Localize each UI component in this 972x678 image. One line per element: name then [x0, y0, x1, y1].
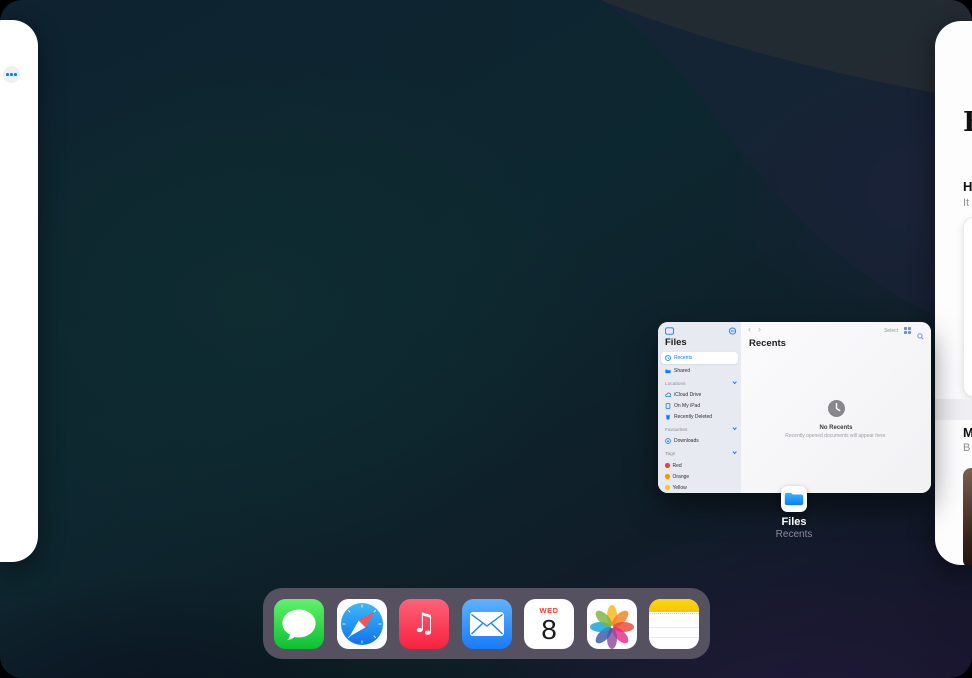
- files-window[interactable]: Files Recents Shared Locations iCloud Dr…: [658, 322, 931, 493]
- notes-line: [649, 637, 699, 639]
- view-grid-icon[interactable]: [904, 327, 911, 334]
- dock-icon-messages[interactable]: [274, 599, 324, 649]
- sidebar-item-label: On My iPad: [674, 403, 700, 409]
- chevron-down-icon: [732, 450, 737, 455]
- section-label: Locations: [665, 382, 686, 387]
- flower-icon: [587, 602, 637, 649]
- notes-yellow-band: [649, 599, 699, 612]
- left-app-panel[interactable]: [0, 20, 38, 562]
- files-app-thumbnail-label[interactable]: Files Recents: [744, 486, 844, 540]
- sidebar-item-shared[interactable]: Shared: [661, 365, 738, 376]
- sidebar-item-icloud-drive[interactable]: iCloud Drive: [661, 389, 738, 400]
- hide-sidebar-icon[interactable]: [728, 327, 737, 335]
- dock-icon-mail[interactable]: [462, 599, 512, 649]
- folder-icon: [781, 486, 807, 512]
- empty-message: Recently opened documents will appear he…: [741, 433, 931, 439]
- dock-icon-safari[interactable]: [337, 599, 387, 649]
- files-content-area: ‹ › Select Recents No Recents Recently o…: [741, 322, 931, 493]
- select-button[interactable]: Select: [884, 328, 898, 334]
- ellipsis-icon: [10, 73, 13, 76]
- calendar-day: 8: [524, 616, 574, 644]
- trash-icon: [665, 414, 671, 420]
- empty-title: No Recents: [741, 425, 931, 431]
- clock-icon: [828, 400, 845, 417]
- files-app-icon[interactable]: [781, 486, 807, 512]
- sidebar-title: Files: [665, 337, 687, 348]
- sidebar-item-label: Recents: [674, 355, 692, 361]
- forward-button[interactable]: ›: [758, 325, 761, 334]
- shared-folder-icon: [665, 368, 671, 374]
- ipad-icon: [665, 403, 671, 409]
- app-window-subtitle: Recents: [744, 529, 844, 540]
- ellipsis-icon: [14, 73, 17, 76]
- search-icon[interactable]: [917, 327, 924, 345]
- sidebar-item-tag-red[interactable]: Red: [661, 460, 738, 471]
- sidebar-item-label: Red: [673, 463, 682, 469]
- music-note-icon: ♫: [412, 610, 436, 637]
- section-title: M: [963, 425, 972, 440]
- ipad-screen: B H It M B Files Recents Shared Location…: [0, 0, 972, 678]
- sidebar-item-tag-orange[interactable]: Orange: [661, 471, 738, 482]
- app-name: Files: [744, 516, 844, 528]
- download-circle-icon: [665, 438, 671, 444]
- notes-line: [649, 627, 699, 629]
- dock-icon-music[interactable]: ♫: [399, 599, 449, 649]
- tag-color-dot: [665, 474, 670, 479]
- chevron-down-icon: [732, 380, 737, 385]
- ellipsis-icon: [6, 73, 9, 76]
- section-label: Favourites: [665, 428, 687, 433]
- sidebar-toggle-icon[interactable]: [665, 327, 674, 335]
- sidebar-item-downloads[interactable]: Downloads: [661, 435, 738, 446]
- sidebar-item-label: Recently Deleted: [674, 414, 712, 420]
- section-title: H: [963, 179, 972, 194]
- empty-state: No Recents Recently opened documents wil…: [741, 400, 931, 439]
- tag-color-dot: [665, 463, 670, 468]
- dock-icon-notes[interactable]: [649, 599, 699, 649]
- sidebar-item-label: Downloads: [674, 438, 699, 444]
- clock-icon: [665, 355, 671, 361]
- page-title: B: [963, 107, 972, 138]
- dock-icon-calendar[interactable]: WED 8: [524, 599, 574, 649]
- sidebar-section-favourites[interactable]: Favourites: [665, 426, 736, 434]
- sidebar-section-locations[interactable]: Locations: [665, 380, 736, 388]
- compass-icon: [337, 599, 387, 649]
- dock-icon-photos[interactable]: [587, 599, 637, 649]
- sidebar-item-label: Shared: [674, 368, 690, 374]
- section-label: Tags: [665, 452, 675, 457]
- section-divider: [935, 399, 972, 420]
- sidebar-item-recently-deleted[interactable]: Recently Deleted: [661, 411, 738, 422]
- chevron-down-icon: [732, 426, 737, 431]
- sidebar-item-recents[interactable]: Recents: [661, 352, 738, 364]
- envelope-icon: [469, 611, 505, 637]
- more-options-button[interactable]: [3, 66, 20, 83]
- files-sidebar: Files Recents Shared Locations iCloud Dr…: [658, 322, 741, 493]
- right-app-panel[interactable]: B H It M B: [935, 21, 972, 565]
- sidebar-item-label: iCloud Drive: [674, 392, 701, 398]
- notes-dotted-line: [649, 613, 699, 614]
- sidebar-item-label: Yellow: [673, 485, 687, 491]
- photo-thumbnail[interactable]: [963, 468, 972, 565]
- sidebar-item-tag-yellow[interactable]: Yellow: [661, 482, 738, 493]
- section-subtitle: It: [963, 197, 969, 209]
- dock: ♫ WED 8: [263, 588, 710, 659]
- sidebar-section-tags[interactable]: Tags: [665, 450, 736, 458]
- sidebar-item-label: Orange: [673, 474, 690, 480]
- section-subtitle: B: [963, 442, 970, 454]
- content-card[interactable]: [963, 217, 972, 397]
- cloud-icon: [665, 392, 671, 398]
- speech-bubble-icon: [274, 599, 324, 649]
- content-title: Recents: [749, 338, 786, 349]
- back-button[interactable]: ‹: [748, 325, 751, 334]
- tag-color-dot: [665, 485, 670, 490]
- sidebar-item-on-my-ipad[interactable]: On My iPad: [661, 400, 738, 411]
